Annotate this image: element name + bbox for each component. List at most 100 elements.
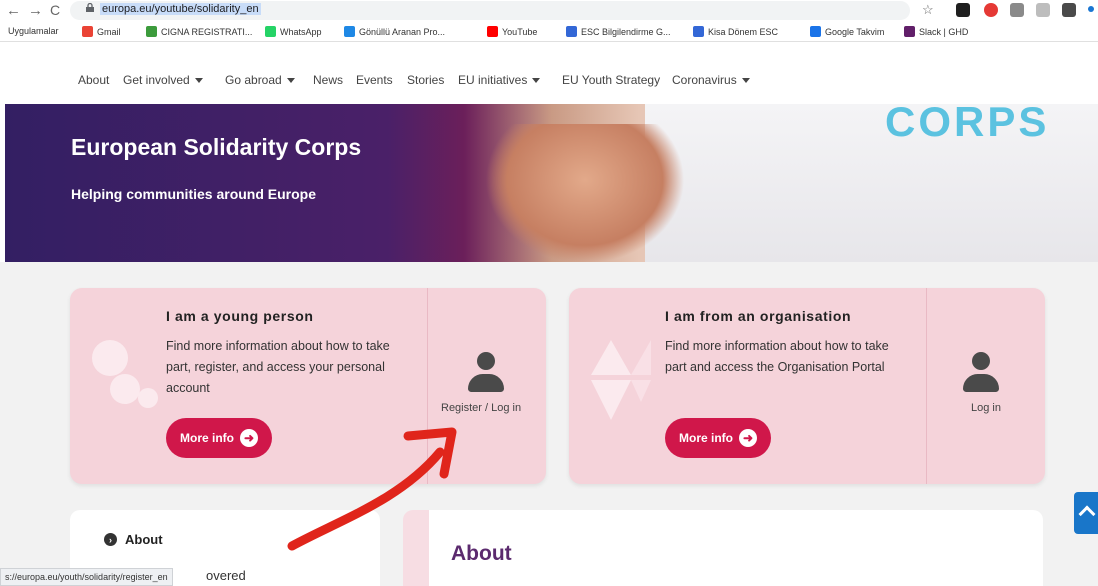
chevron-right-icon: › bbox=[104, 533, 117, 546]
card-description: Find more information about how to take … bbox=[665, 339, 889, 374]
scroll-to-top-button[interactable] bbox=[1074, 492, 1098, 534]
caret-down-icon bbox=[286, 78, 295, 84]
nav-item-coronavirus[interactable]: Coronavirus bbox=[672, 73, 750, 87]
nav-item-eu-initiatives[interactable]: EU initiatives bbox=[458, 73, 541, 87]
nav-item-label: Get involved bbox=[123, 73, 190, 87]
user-icon[interactable] bbox=[468, 352, 504, 396]
bookmark-label: Slack | GHD bbox=[919, 26, 969, 37]
reload-icon[interactable]: C bbox=[50, 2, 60, 18]
bookmark-favicon-icon bbox=[265, 26, 276, 37]
more-info-button[interactable]: More info ➜ bbox=[166, 418, 272, 458]
nav-item-eu-youth-strategy[interactable]: EU Youth Strategy bbox=[562, 73, 660, 87]
nav-item-get-involved[interactable]: Get involved bbox=[123, 73, 203, 87]
bookmark-favicon-icon bbox=[566, 26, 577, 37]
page-subtitle: Helping communities around Europe bbox=[71, 186, 317, 202]
star-icon[interactable]: ☆ bbox=[922, 2, 936, 17]
arrow-right-icon: ➜ bbox=[240, 429, 258, 447]
more-info-label: More info bbox=[679, 431, 733, 445]
bookmark-label: Kisa Dönem ESC bbox=[708, 26, 779, 37]
more-info-button[interactable]: More info ➜ bbox=[665, 418, 771, 458]
nav-item-news[interactable]: News bbox=[313, 73, 343, 87]
nav-item-label: About bbox=[78, 73, 110, 87]
organisation-card: I am from an organisation Find more info… bbox=[569, 288, 1045, 484]
nav-item-label: Stories bbox=[407, 73, 445, 87]
nav-item-label: Coronavirus bbox=[672, 73, 737, 87]
lock-icon bbox=[86, 3, 94, 12]
nav-item-label: News bbox=[313, 73, 344, 87]
bookmarks-bar: Uygulamalar Gmail CIGNA REGISTRATI... Whats… bbox=[0, 22, 1098, 42]
bookmark-favicon-icon bbox=[82, 26, 93, 37]
bookmark-favicon-icon bbox=[344, 26, 355, 37]
section-heading: About bbox=[451, 542, 512, 565]
decorative-bubble bbox=[92, 340, 128, 376]
nav-item-go-abroad[interactable]: Go abroad bbox=[225, 73, 295, 87]
decorative-bubble bbox=[110, 374, 140, 404]
card-description: Find more information about how to take … bbox=[166, 339, 390, 395]
puzzle-extensions-icon[interactable] bbox=[1062, 3, 1076, 17]
nav-item-about[interactable]: About bbox=[78, 73, 109, 87]
nav-item-label: EU initiatives bbox=[458, 73, 528, 87]
caret-down-icon bbox=[532, 78, 541, 84]
sidebar-item-label: About bbox=[125, 532, 163, 547]
more-info-label: More info bbox=[180, 431, 234, 445]
bookmark-item[interactable]: ESC Bilgilendirme G... bbox=[566, 26, 671, 37]
bookmark-label: ESC Bilgilendirme G... bbox=[581, 26, 671, 37]
bookmark-item[interactable]: Kisa Dönem ESC bbox=[693, 26, 778, 37]
bookmark-item[interactable]: CIGNA REGISTRATI... bbox=[146, 26, 252, 37]
bookmark-item[interactable]: Slack | GHD bbox=[904, 26, 968, 37]
drive-extension-icon[interactable] bbox=[1010, 3, 1024, 17]
nav-item-label: EU Youth Strategy bbox=[562, 73, 661, 87]
bookmark-label: Gönüllü Aranan Pro... bbox=[359, 26, 446, 37]
card-title: I am a young person bbox=[166, 308, 314, 324]
card-divider bbox=[926, 288, 927, 484]
bookmark-item[interactable]: Google Takvim bbox=[810, 26, 884, 37]
bookmark-favicon-icon bbox=[693, 26, 704, 37]
bookmark-label: YouTube bbox=[502, 26, 538, 37]
back-arrow-icon[interactable]: ← bbox=[6, 2, 21, 19]
bookmark-favicon-icon bbox=[904, 26, 915, 37]
url-text[interactable]: europa.eu/youtube/solidarity_en bbox=[100, 3, 261, 15]
nav-item-label: Events bbox=[356, 73, 393, 87]
bookmark-favicon-icon bbox=[487, 26, 498, 37]
bookmark-label: WhatsApp bbox=[280, 26, 322, 37]
arrow-right-icon: ➜ bbox=[739, 429, 757, 447]
nav-item-label: Go abroad bbox=[225, 73, 282, 87]
hero-arms-image bbox=[485, 124, 685, 262]
media-extension-icon[interactable] bbox=[1036, 3, 1050, 17]
bookmark-label: Gmail bbox=[97, 26, 121, 37]
register-login-link[interactable]: Register / Log in bbox=[441, 402, 521, 414]
hero-shirt-text: CORPS bbox=[885, 104, 1050, 145]
sidebar-item-partial[interactable]: overed bbox=[206, 568, 246, 583]
opera-extension-icon[interactable] bbox=[984, 3, 998, 17]
hero-banner: CORPS European Solidarity Corps Helping … bbox=[5, 104, 1098, 262]
caret-down-icon bbox=[741, 78, 750, 84]
status-bar-url: s://europa.eu/youth/solidarity/register_… bbox=[0, 568, 173, 586]
forward-arrow-icon[interactable]: → bbox=[28, 2, 43, 19]
bookmark-item[interactable]: WhatsApp bbox=[265, 26, 322, 37]
nav-item-stories[interactable]: Stories bbox=[407, 73, 444, 87]
login-link[interactable]: Log in bbox=[971, 402, 1001, 414]
bookmark-label: CIGNA REGISTRATI... bbox=[161, 26, 253, 37]
bookmark-label: Uygulamalar bbox=[8, 26, 59, 36]
bookmark-item[interactable]: Uygulamalar bbox=[8, 26, 59, 36]
user-icon[interactable] bbox=[963, 352, 999, 396]
bookmark-item[interactable]: YouTube bbox=[487, 26, 537, 37]
bookmark-item[interactable]: Gmail bbox=[82, 26, 121, 37]
card-title: I am from an organisation bbox=[665, 308, 852, 324]
bookmark-favicon-icon bbox=[810, 26, 821, 37]
decorative-triangles bbox=[591, 340, 651, 420]
browser-toolbar: ← → C europa.eu/youtube/solidarity_en ☆ bbox=[0, 0, 1098, 22]
main-content-panel: About bbox=[403, 510, 1043, 586]
bookmark-favicon-icon bbox=[146, 26, 157, 37]
site-navigation: About Get involved Go abroad News Events Stor… bbox=[0, 43, 1098, 103]
sidebar-item-about[interactable]: › About bbox=[104, 532, 163, 547]
bookmark-item[interactable]: Gönüllü Aranan Pro... bbox=[344, 26, 445, 37]
young-person-card: I am a young person Find more informatio… bbox=[70, 288, 546, 484]
profile-dot-icon[interactable] bbox=[1088, 6, 1094, 12]
page-title: European Solidarity Corps bbox=[71, 134, 362, 160]
caret-down-icon bbox=[194, 78, 203, 84]
bookmark-label: Google Takvim bbox=[825, 26, 885, 37]
nav-item-events[interactable]: Events bbox=[356, 73, 393, 87]
pdf-extension-icon[interactable] bbox=[956, 3, 970, 17]
decorative-bubble bbox=[138, 388, 158, 408]
